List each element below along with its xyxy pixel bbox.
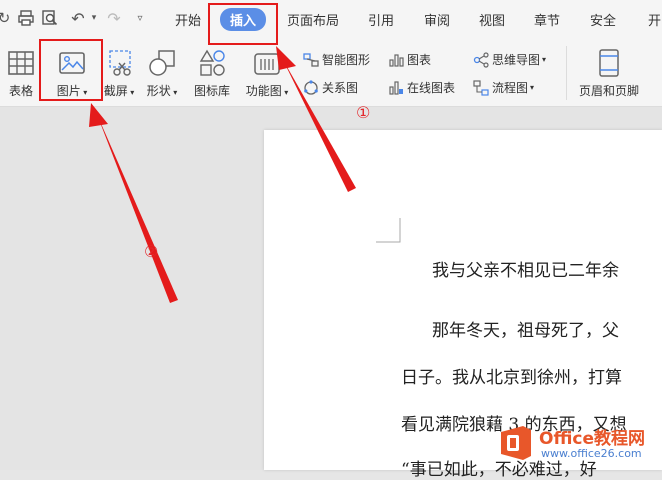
watermark-url: www.office26.com <box>541 447 642 460</box>
arrow-1 <box>282 58 356 192</box>
annotation-arrows <box>89 46 356 303</box>
arrow-2 <box>96 112 178 303</box>
office-logo-icon <box>501 426 531 460</box>
step-marker-1: ① <box>356 103 371 122</box>
step-marker-2: ② <box>144 242 159 261</box>
arrow-1-head <box>276 46 296 70</box>
watermark: Office教程网 www.office26.com <box>497 420 662 470</box>
arrow-2-head <box>89 103 108 127</box>
watermark-brand: Office教程网 <box>539 429 646 449</box>
